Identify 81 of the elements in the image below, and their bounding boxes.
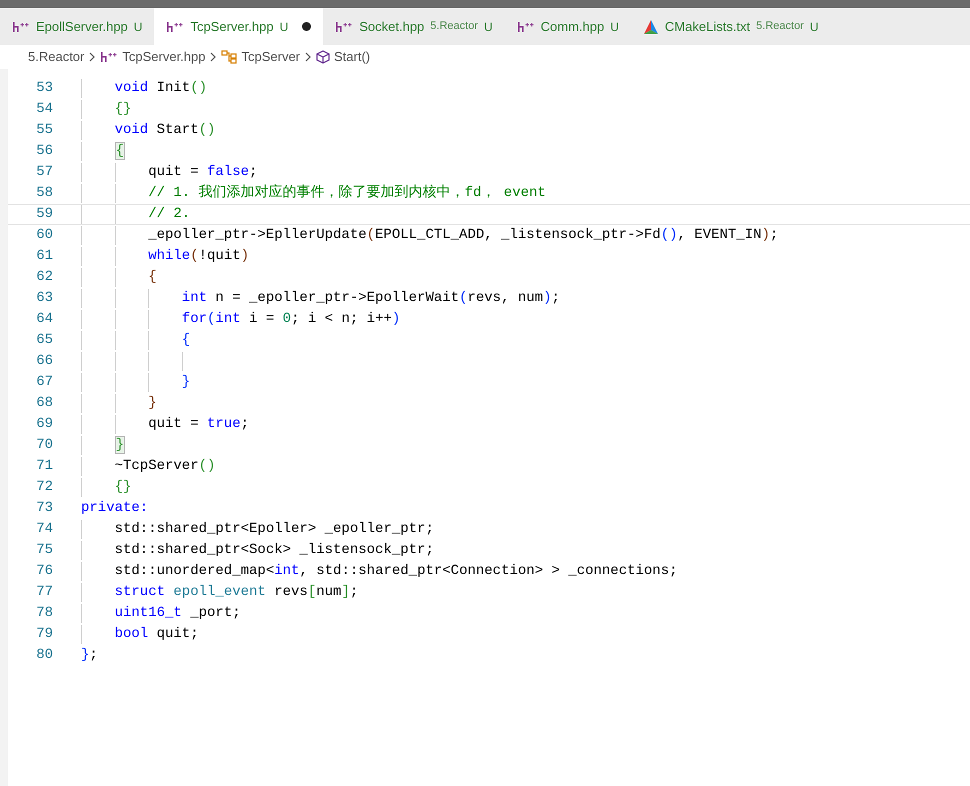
git-status: U bbox=[810, 18, 819, 36]
code-line: } bbox=[148, 394, 157, 413]
code-line: std::unordered_map<int, std::shared_ptr<Connection> > _connections; bbox=[114, 562, 678, 581]
line-number: 53 bbox=[35, 79, 53, 98]
tab-label: CMakeLists.txt bbox=[664, 18, 750, 36]
line-number: 59 bbox=[35, 205, 53, 224]
triangle-icon bbox=[642, 18, 659, 34]
line-number: 65 bbox=[35, 331, 53, 350]
line-number: 69 bbox=[35, 415, 53, 434]
code-line: } bbox=[182, 373, 190, 392]
header-file-icon bbox=[335, 20, 354, 32]
git-status: U bbox=[484, 18, 493, 36]
tab-folder: 5.Reactor bbox=[430, 19, 478, 34]
code-line: quit = true; bbox=[148, 415, 250, 434]
line-number: 58 bbox=[35, 184, 53, 203]
tab-label: TcpServer.hpp bbox=[190, 18, 274, 36]
class-icon bbox=[221, 50, 238, 64]
code-line: void Start() bbox=[114, 121, 216, 140]
code-line: { bbox=[148, 268, 157, 287]
line-number: 80 bbox=[35, 646, 53, 665]
line-number: 74 bbox=[35, 520, 53, 539]
code-line: private: bbox=[81, 499, 148, 518]
code-line: {} bbox=[114, 478, 132, 497]
line-number: 73 bbox=[35, 499, 53, 518]
tab-folder: 5.Reactor bbox=[756, 19, 804, 34]
line-number: 55 bbox=[35, 121, 53, 140]
tab-label: EpollServer.hpp bbox=[36, 18, 128, 36]
code-line: std::shared_ptr<Sock> _listensock_ptr; bbox=[114, 541, 434, 560]
line-number: 79 bbox=[35, 625, 53, 644]
line-number: 54 bbox=[35, 100, 53, 119]
line-number: 57 bbox=[35, 163, 53, 182]
line-number: 71 bbox=[35, 457, 53, 476]
line-number: 67 bbox=[35, 373, 53, 392]
line-number: 72 bbox=[35, 478, 53, 497]
line-number: 63 bbox=[35, 289, 53, 308]
header-file-icon bbox=[516, 20, 535, 32]
line-number: 62 bbox=[35, 268, 53, 287]
code-line: for(int i = 0; i < n; i++) bbox=[182, 310, 400, 329]
line-number: 61 bbox=[35, 247, 53, 266]
line-number: 77 bbox=[35, 583, 53, 602]
code-line: {} bbox=[114, 100, 132, 119]
code-line: { bbox=[182, 331, 190, 350]
code-line: bool quit; bbox=[114, 625, 199, 644]
header-file-icon bbox=[100, 51, 118, 63]
breadcrumb-item[interactable]: TcpServer.hpp bbox=[122, 47, 206, 67]
tab-label: Socket.hpp bbox=[359, 18, 424, 36]
code-line: quit = false; bbox=[148, 163, 258, 182]
chevron-right-icon bbox=[304, 52, 312, 62]
breadcrumb-item[interactable]: TcpServer bbox=[241, 47, 300, 67]
breadcrumb-item[interactable]: 5.Reactor bbox=[28, 47, 84, 67]
line-number: 75 bbox=[35, 541, 53, 560]
code-line: while(!quit) bbox=[148, 247, 250, 266]
code-line: // 1. 我们添加对应的事件，除了要加到内核中，fd， event bbox=[148, 183, 546, 203]
git-status: U bbox=[280, 18, 288, 36]
line-number: 60 bbox=[35, 226, 53, 245]
tab-label: Comm.hpp bbox=[540, 18, 604, 36]
chevron-right-icon bbox=[88, 52, 96, 62]
code-line: void Init() bbox=[114, 79, 208, 98]
header-file-icon bbox=[166, 20, 184, 32]
code-line: struct epoll_event revs[num]; bbox=[114, 583, 358, 602]
git-status: U bbox=[134, 18, 142, 36]
line-number: 64 bbox=[35, 310, 53, 329]
code-line: uint16_t _port; bbox=[114, 604, 241, 623]
git-status: U bbox=[610, 18, 619, 36]
code-line: _epoller_ptr->EpllerUpdate(EPOLL_CTL_ADD, _listensock_ptr->Fd(), EVENT_IN); bbox=[148, 226, 778, 245]
line-number: 66 bbox=[35, 352, 53, 371]
code-line: std::shared_ptr<Epoller> _epoller_ptr; bbox=[114, 520, 434, 539]
header-file-icon bbox=[12, 20, 30, 32]
cube-icon bbox=[316, 50, 330, 64]
line-number: 56 bbox=[35, 142, 53, 161]
code-line: // 2. bbox=[148, 205, 190, 224]
code-line: ~TcpServer() bbox=[114, 457, 216, 476]
code-line: }; bbox=[81, 646, 98, 665]
line-number: 78 bbox=[35, 604, 53, 623]
editor-tab[interactable]: TcpServer.hpp U bbox=[154, 8, 324, 45]
line-number: 68 bbox=[35, 394, 53, 413]
chevron-right-icon bbox=[209, 52, 218, 62]
breadcrumb-item[interactable]: Start() bbox=[334, 47, 370, 67]
code-line: int n = _epoller_ptr->EpollerWait(revs, num); bbox=[182, 289, 560, 308]
line-number: 70 bbox=[35, 436, 53, 455]
line-number: 76 bbox=[35, 562, 53, 581]
